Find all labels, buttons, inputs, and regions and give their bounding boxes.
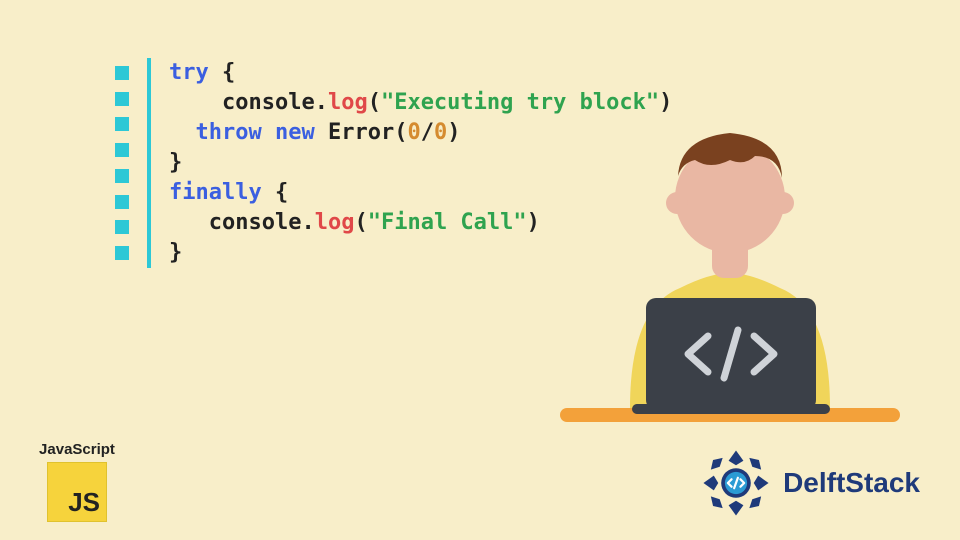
delftstack-name: DelftStack [783, 467, 920, 499]
gutter-line [147, 58, 151, 268]
gutter-dot [115, 169, 129, 183]
javascript-badge: JavaScript JS [32, 441, 122, 522]
delftstack-logo-icon [699, 446, 773, 520]
javascript-logo-icon: JS [47, 462, 107, 522]
gutter-dot [115, 195, 129, 209]
javascript-label: JavaScript [32, 441, 122, 458]
gutter-dot [115, 220, 129, 234]
person-illustration [560, 108, 900, 438]
gutter-dot [115, 92, 129, 106]
gutter-dot [115, 143, 129, 157]
gutter-dot [115, 246, 129, 260]
javascript-logo-text: JS [68, 487, 100, 518]
gutter-dots [115, 58, 129, 268]
delftstack-brand: DelftStack [699, 446, 920, 520]
gutter-dot [115, 66, 129, 80]
gutter-dot [115, 117, 129, 131]
